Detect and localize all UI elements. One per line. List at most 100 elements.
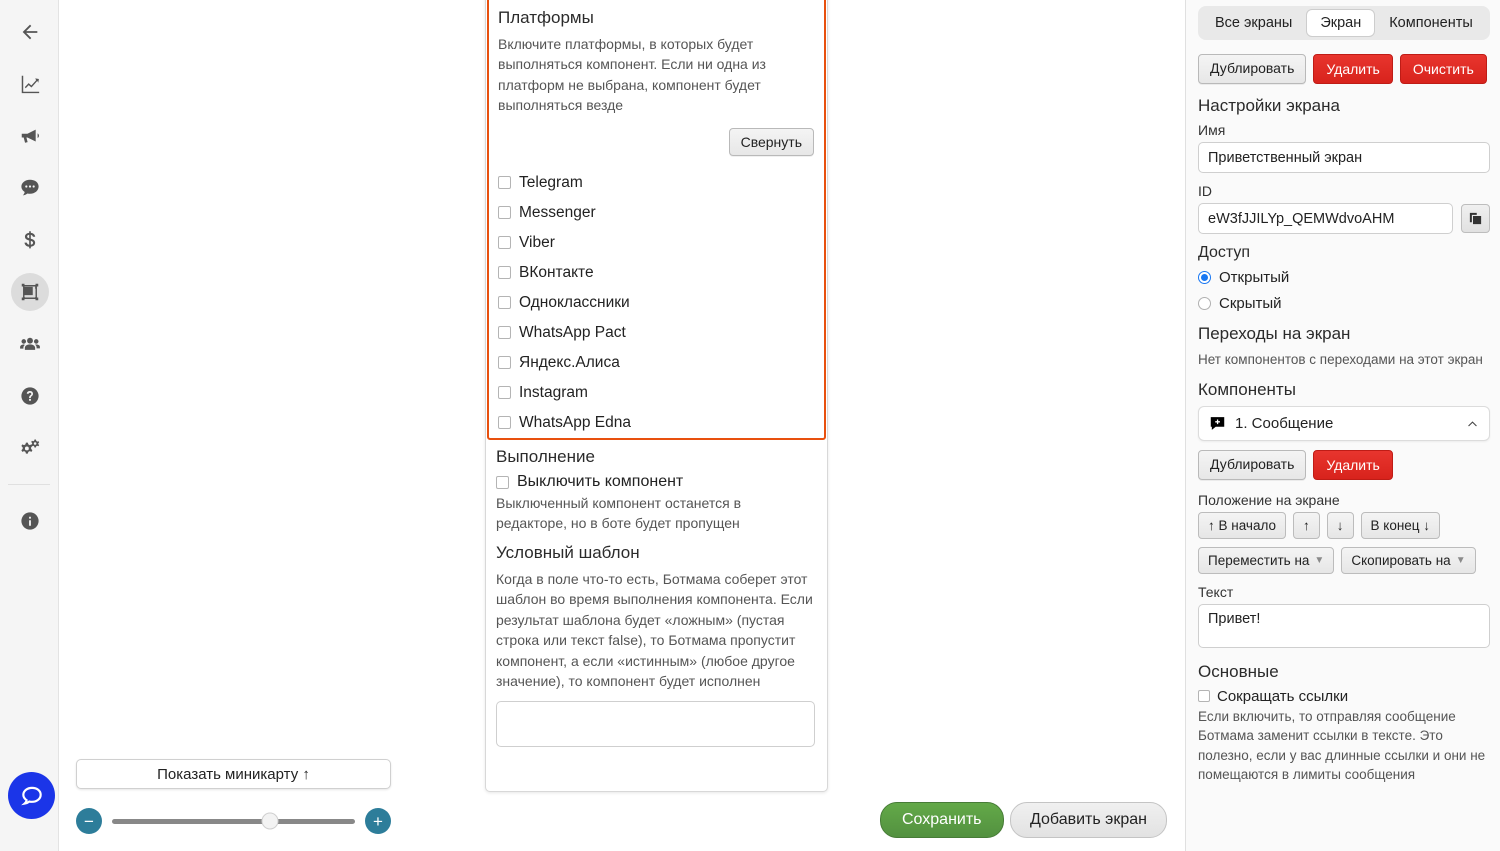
tab-all-screens[interactable]: Все экраны — [1201, 9, 1306, 37]
platforms-description: Включите платформы, в которых будет выпо… — [498, 36, 766, 114]
condition-description: Когда в поле что-то есть, Ботмама собере… — [496, 570, 813, 690]
component-actions: Дублировать Удалить — [1198, 449, 1490, 480]
screen-settings-title: Настройки экрана — [1198, 96, 1340, 115]
checkbox-icon[interactable] — [498, 326, 511, 340]
sidebar-item-editor[interactable] — [0, 266, 59, 318]
sidebar-item-team[interactable] — [0, 318, 59, 370]
radio-icon[interactable] — [1198, 270, 1211, 284]
zoom-slider-knob[interactable] — [261, 812, 279, 830]
screen-id-input[interactable]: eW3fJJILYp_QEMWdvoAHM — [1198, 203, 1453, 234]
message-text-value: Привет! — [1208, 610, 1261, 627]
platform-option-viber[interactable]: Viber — [498, 228, 814, 258]
access-open-label: Открытый — [1219, 268, 1290, 286]
checkbox-icon[interactable] — [498, 386, 511, 400]
platform-label: Viber — [519, 233, 555, 251]
platform-label: Messenger — [519, 203, 596, 221]
speech-bubble-icon — [20, 179, 39, 196]
right-panel: Все экраны Экран Компоненты Дублировать … — [1185, 0, 1500, 851]
collapse-button[interactable]: Свернуть — [728, 127, 814, 156]
question-circle-icon — [20, 387, 39, 405]
chevron-down-icon: ▼ — [1455, 554, 1466, 566]
sidebar-item-back[interactable] — [0, 6, 59, 58]
sidebar-item-info[interactable] — [0, 495, 59, 547]
left-icon-rail — [0, 0, 59, 851]
move-down-button[interactable]: ↓ — [1326, 511, 1354, 539]
components-title: Компоненты — [1198, 379, 1296, 399]
access-hidden-label: Скрытый — [1219, 294, 1282, 312]
sidebar-item-billing[interactable] — [0, 214, 59, 266]
platforms-section: Платформы Включите платформы, в которых … — [487, 0, 826, 440]
disable-component-row[interactable]: Выключить компонент — [496, 473, 815, 491]
checkbox-icon[interactable] — [498, 416, 511, 430]
users-icon — [19, 337, 40, 350]
checkbox-icon[interactable] — [498, 206, 511, 220]
sidebar-item-help[interactable] — [0, 370, 59, 422]
radio-icon[interactable] — [1198, 296, 1211, 310]
component-card: Платформы Включите платформы, в которых … — [485, 0, 828, 792]
checkbox-icon[interactable] — [498, 176, 511, 190]
show-minimap-label: Показать миникарту ↑ — [157, 765, 310, 783]
clear-screen-button[interactable]: Очистить — [1399, 54, 1487, 84]
platforms-checkbox-list: Telegram Messenger Viber ВКонтакте Однок… — [498, 168, 814, 438]
move-to-end-button[interactable]: В конец ↓ — [1360, 511, 1441, 539]
checkbox-icon[interactable] — [498, 356, 511, 370]
checkbox-icon[interactable] — [498, 266, 511, 280]
id-field-label: ID — [1198, 183, 1212, 199]
component-item-label: 1. Сообщение — [1235, 414, 1334, 432]
screen-name-input[interactable]: Приветственный экран — [1198, 142, 1490, 173]
platform-option-vkontakte[interactable]: ВКонтакте — [498, 258, 814, 288]
chat-bubble-icon — [20, 786, 42, 805]
add-screen-button[interactable]: Добавить экран — [1010, 802, 1167, 838]
platform-option-instagram[interactable]: Instagram — [498, 378, 814, 408]
chevron-up-icon[interactable] — [1466, 417, 1479, 430]
shorten-links-row[interactable]: Сокращать ссылки — [1198, 688, 1490, 705]
transitions-empty-text: Нет компонентов с переходами на этот экр… — [1198, 352, 1483, 367]
checkbox-icon[interactable] — [1198, 690, 1210, 703]
sidebar-item-settings[interactable] — [0, 422, 59, 474]
zoom-in-button[interactable]: + — [365, 808, 391, 834]
sidebar-item-chats[interactable] — [0, 162, 59, 214]
copy-to-screen-dropdown[interactable]: Скопировать на ▼ — [1341, 546, 1476, 574]
message-text-input[interactable]: Привет! — [1198, 603, 1490, 648]
move-copy-buttons-row: Переместить на ▼ Скопировать на ▼ — [1198, 546, 1490, 574]
platform-label: WhatsApp Edna — [519, 413, 632, 431]
disable-component-label: Выключить компонент — [517, 473, 684, 490]
move-to-screen-label: Переместить на — [1208, 552, 1310, 568]
checkbox-icon[interactable] — [496, 475, 509, 489]
move-up-button[interactable]: ↑ — [1293, 511, 1320, 539]
duplicate-component-button[interactable]: Дублировать — [1198, 449, 1307, 480]
platform-option-whatsapp-pact[interactable]: WhatsApp Pact — [498, 318, 814, 348]
move-to-screen-dropdown[interactable]: Переместить на ▼ — [1198, 546, 1335, 574]
zoom-out-button[interactable]: − — [76, 808, 102, 834]
platform-option-telegram[interactable]: Telegram — [498, 168, 814, 198]
zoom-slider-track[interactable] — [112, 812, 355, 830]
text-field-label: Текст — [1198, 583, 1234, 600]
save-button[interactable]: Сохранить — [880, 802, 1004, 838]
platform-option-yandex-alisa[interactable]: Яндекс.Алиса — [498, 348, 814, 378]
copy-id-button[interactable] — [1461, 204, 1490, 233]
move-to-start-button[interactable]: ↑ В начало — [1198, 511, 1287, 539]
execution-title: Выполнение — [496, 447, 595, 466]
canvas-frame-icon — [21, 283, 38, 301]
sidebar-item-broadcast[interactable] — [0, 110, 59, 162]
platform-option-odnoklassniki[interactable]: Одноклассники — [498, 288, 814, 318]
delete-component-button[interactable]: Удалить — [1313, 449, 1393, 480]
checkbox-icon[interactable] — [498, 236, 511, 250]
access-option-open[interactable]: Открытый — [1198, 264, 1490, 290]
platform-option-whatsapp-edna[interactable]: WhatsApp Edna — [498, 408, 814, 438]
show-minimap-button[interactable]: Показать миникарту ↑ — [76, 759, 391, 789]
checkbox-icon[interactable] — [498, 296, 511, 310]
id-field-row: eW3fJJILYp_QEMWdvoAHM — [1198, 203, 1490, 234]
support-chat-fab[interactable] — [8, 772, 55, 819]
delete-screen-button[interactable]: Удалить — [1313, 54, 1393, 84]
tab-components[interactable]: Компоненты — [1375, 9, 1487, 37]
screen-actions: Дублировать Удалить Очистить — [1198, 54, 1490, 84]
platform-option-messenger[interactable]: Messenger — [498, 198, 814, 228]
access-option-hidden[interactable]: Скрытый — [1198, 290, 1490, 316]
tab-screen[interactable]: Экран — [1306, 9, 1376, 37]
sidebar-item-analytics[interactable] — [0, 58, 59, 110]
condition-template-input[interactable] — [496, 700, 815, 747]
platform-label: Яндекс.Алиса — [519, 353, 620, 371]
component-list-item[interactable]: 1. Сообщение — [1198, 405, 1490, 441]
duplicate-screen-button[interactable]: Дублировать — [1198, 54, 1307, 84]
